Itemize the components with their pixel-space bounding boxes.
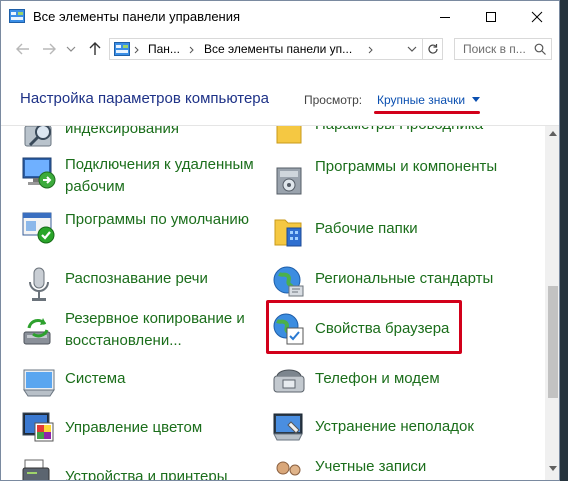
item-label: Параметры Проводника [315,126,515,136]
maximize-icon [486,11,496,22]
control-panel-icon [114,42,130,56]
item-label: Программы по умолчанию [65,211,249,228]
up-button[interactable] [87,41,103,57]
user-accounts-icon [276,461,301,476]
search-placeholder: Поиск в п... [463,42,526,56]
view-by-dropdown[interactable]: Крупные значки [377,93,465,107]
item-label: Программы и компоненты [315,158,498,175]
page-title: Настройка параметров компьютера [20,90,269,107]
scroll-down-arrow[interactable] [549,466,557,471]
scrollbar-thumb[interactable] [548,286,558,398]
item-label: Учетные записи [315,458,427,475]
microphone-icon [29,267,49,301]
item-label: Подключения к удаленным рабочим [65,156,254,195]
region-icon [273,266,304,297]
control-panel-items: индексирования Подключения к удаленным р… [1,126,545,481]
item-label: Рабочие папки [315,220,418,237]
item-label: Свойства браузера [315,320,450,337]
desktop-background [560,0,568,481]
internet-options-icon [273,313,304,345]
maximize-button[interactable] [468,1,514,32]
refresh-icon [428,44,438,54]
up-arrow-icon [89,42,101,55]
view-by-label: Просмотр: [304,93,363,107]
color-management-icon [22,412,54,442]
minimize-button[interactable] [422,1,468,32]
item-label: Управление цветом [65,419,203,436]
refresh-button[interactable] [422,39,443,59]
back-button[interactable] [15,41,31,57]
title-bar[interactable]: Все элементы панели управления [1,1,559,32]
indexing-icon [24,126,52,147]
folder-options-icon [276,126,302,144]
programs-features-icon [276,167,302,195]
item-label: индексирования [65,126,179,137]
troubleshooting-icon [273,413,303,441]
search-icon [534,43,546,55]
item-label: Региональные стандарты [315,270,494,287]
chevron-down-icon [407,46,417,52]
phone-modem-icon [273,369,305,393]
work-folders-icon [274,219,302,247]
recent-locations-button[interactable] [63,41,79,57]
minimize-icon [440,16,450,18]
page-header: Настройка параметров компьютера Просмотр… [1,66,559,126]
forward-arrow-icon [43,43,56,55]
address-history-button[interactable] [402,39,422,59]
item-label: Устройства и принтеры [65,468,228,481]
chevron-down-icon[interactable] [472,97,480,102]
chevron-right-icon [189,46,194,54]
control-panel-icon [9,9,25,23]
remote-desktop-icon [22,157,56,189]
close-button[interactable] [514,1,559,32]
close-icon [531,11,543,22]
forward-button[interactable] [41,41,57,57]
item-label: Устранение неполадок [315,418,474,435]
default-programs-icon [22,212,55,244]
search-input[interactable]: Поиск в п... [454,38,552,60]
chevron-down-icon [66,46,76,52]
scroll-up-arrow[interactable] [549,131,557,136]
item-label: Система [65,370,126,387]
vertical-scrollbar[interactable] [545,126,559,480]
item-label: Распознавание речи [65,270,208,287]
breadcrumb-item[interactable]: Пан... [148,42,180,56]
chevron-right-icon [134,46,139,54]
navigation-toolbar: Пан... Все элементы панели уп... Поиск в… [1,32,559,66]
address-bar[interactable]: Пан... Все элементы панели уп... [109,38,443,60]
item-label: Телефон и модем [315,370,440,387]
devices-printers-icon [22,459,50,480]
back-arrow-icon [16,43,29,55]
chevron-right-icon [368,46,373,54]
item-label: Резервное копирование и восстановлени... [65,310,245,349]
system-icon [23,369,55,397]
window-title: Все элементы панели управления [33,9,241,24]
backup-icon [23,318,51,345]
breadcrumb-item[interactable]: Все элементы панели уп... [204,42,352,56]
highlight-underline [374,111,480,114]
control-panel-window: Все элементы панели управления Пан... Вс… [0,0,560,481]
